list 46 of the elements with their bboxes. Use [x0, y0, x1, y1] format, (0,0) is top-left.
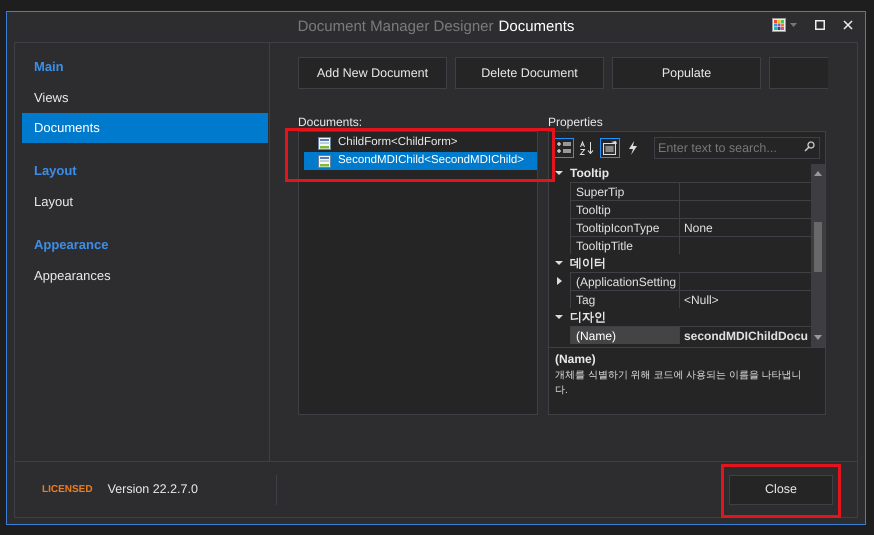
description-title: (Name) [555, 351, 597, 368]
property-name-cell[interactable]: Tag [570, 290, 679, 308]
property-name-cell[interactable]: (Name) [570, 326, 679, 344]
collapse-arrow-icon[interactable] [555, 169, 563, 177]
toolbar-button[interactable]: Populate [612, 57, 761, 89]
maximize-icon[interactable] [815, 20, 825, 30]
documents-label: Documents: [298, 114, 364, 129]
sidebar-item[interactable]: Appearances [22, 261, 268, 291]
version-text: Version 22.2.7.0 [108, 481, 198, 498]
toolbar-button[interactable]: Delete Document [455, 57, 604, 89]
close-icon[interactable] [843, 20, 853, 30]
properties-label: Properties [548, 114, 604, 129]
sidebar-item[interactable]: Layout [22, 187, 268, 217]
sidebar-group-title: Appearance [33, 236, 110, 254]
property-name-cell[interactable]: TooltipTitle [570, 236, 679, 254]
collapse-arrow-icon[interactable] [555, 259, 563, 267]
expand-arrow-icon[interactable] [556, 277, 562, 285]
categorized-icon[interactable] [554, 138, 574, 158]
sidebar-group-title: Main [33, 58, 65, 76]
property-name-cell[interactable]: (ApplicationSetting [570, 272, 679, 290]
description-text: 개체를 식별하기 위해 코드에 사용되는 이름을 나타냅니다. [555, 369, 803, 398]
document-list-item[interactable]: ChildForm<ChildForm> [304, 134, 537, 152]
color-grid-icon[interactable] [772, 18, 786, 32]
toolbar-button[interactable]: Add New Document [298, 57, 447, 89]
sidebar-item[interactable]: Views [22, 83, 268, 113]
category-title: 데이터 [570, 255, 606, 272]
document-list-item[interactable]: SecondMDIChild<SecondMDIChild> [304, 152, 537, 170]
close-button[interactable]: Close [729, 474, 833, 504]
form-icon [318, 154, 331, 168]
dropdown-arrow-icon[interactable] [790, 23, 797, 27]
property-pages-icon[interactable] [600, 138, 620, 158]
scrollbar[interactable] [811, 164, 825, 347]
property-name-cell[interactable]: SuperTip [570, 182, 679, 200]
search-icon [804, 141, 815, 152]
sidebar-group-title: Layout [33, 162, 78, 180]
sidebar-item[interactable]: Documents [22, 113, 268, 143]
collapse-arrow-icon[interactable] [555, 313, 563, 321]
form-icon [318, 136, 331, 150]
window-title-prefix: Document Manager Designer [298, 16, 494, 37]
category-title: 디자인 [570, 309, 606, 326]
license-label: LICENSED [42, 483, 93, 497]
property-name-cell[interactable]: Tooltip [570, 200, 679, 218]
window-title: Documents [498, 16, 574, 37]
category-title: Tooltip [570, 165, 610, 182]
search-field[interactable]: Enter text to search... [654, 137, 820, 159]
property-name-cell[interactable]: TooltipIconType [570, 218, 679, 236]
